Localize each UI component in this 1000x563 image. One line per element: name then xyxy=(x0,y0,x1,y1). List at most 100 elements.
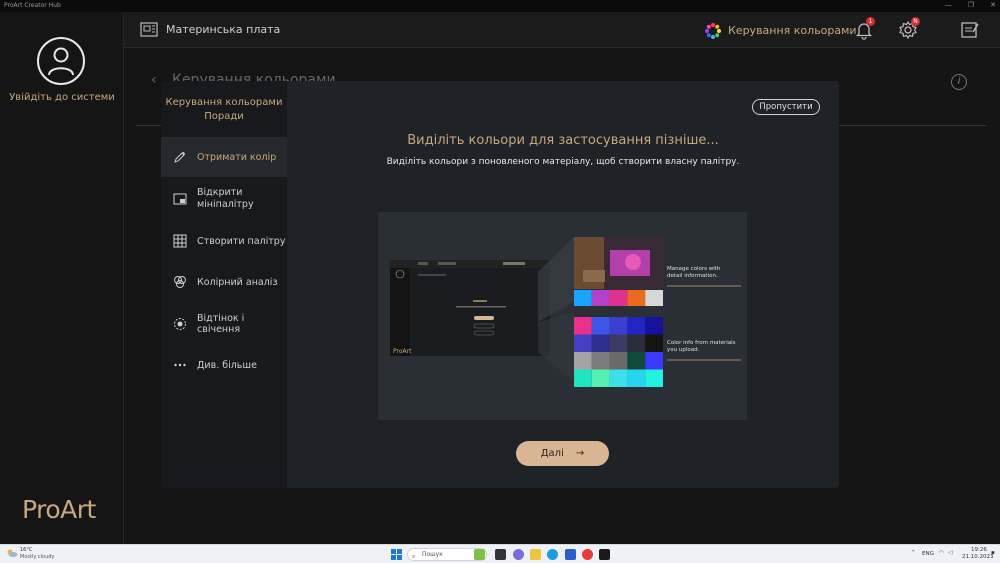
tips-navigation: Керування кольорами Поради Отримати колі… xyxy=(161,81,287,488)
tip-see-more[interactable]: Див. більше xyxy=(161,345,287,385)
tip-open-mini-palette[interactable]: Відкрити мініпалітру xyxy=(161,179,287,219)
notifications-button[interactable]: 1 xyxy=(854,17,875,44)
tips-header-subtitle: Поради xyxy=(204,111,244,122)
color-swatch xyxy=(609,317,628,335)
tips-header-title: Керування кольорами xyxy=(165,97,283,108)
clock-date[interactable]: 21.10.2023 xyxy=(962,554,994,560)
color-swatch xyxy=(574,290,592,306)
skip-button[interactable]: Пропустити xyxy=(752,99,820,115)
swatch-row xyxy=(574,290,663,306)
tip-color-analysis[interactable]: Колірний аналіз xyxy=(161,262,287,302)
search-icon: ⌕ xyxy=(412,553,416,560)
color-swatch xyxy=(645,352,663,370)
tray-chevron-icon[interactable]: ⌃ xyxy=(911,550,916,556)
motherboard-icon xyxy=(140,22,158,37)
color-swatch xyxy=(591,290,610,306)
mini-palette-icon xyxy=(173,193,187,205)
tip-create-palette[interactable]: Створити палітру xyxy=(161,221,287,261)
color-swatch xyxy=(609,369,628,387)
minimize-button[interactable]: — xyxy=(945,1,952,9)
palette-grid-icon xyxy=(173,234,187,248)
window-title: ProArt Creator Hub xyxy=(4,2,61,9)
settings-button[interactable]: N xyxy=(898,17,920,44)
weather-desc[interactable]: Mostly cloudy xyxy=(20,554,54,560)
next-button[interactable]: Далі → xyxy=(516,441,609,466)
weather-cloud-icon xyxy=(7,549,18,557)
proart-hub-icon[interactable] xyxy=(599,549,610,560)
color-swatch xyxy=(591,369,610,387)
light-beam xyxy=(538,312,574,382)
light-beam xyxy=(538,237,574,322)
left-sidebar: Увійдіть до системи ProArt xyxy=(0,12,124,544)
color-swatch xyxy=(627,290,646,306)
maximize-button[interactable]: ❐ xyxy=(968,1,974,9)
color-management-tab[interactable]: Керування кольорами xyxy=(728,24,857,37)
color-swatch xyxy=(627,317,646,335)
top-bar: Материнська плата Керування кольорами 1 … xyxy=(124,12,1000,48)
next-label: Далі xyxy=(540,448,564,459)
color-swatch xyxy=(627,334,646,352)
color-swatch xyxy=(627,352,646,370)
color-swatch xyxy=(574,352,592,370)
task-view-icon[interactable] xyxy=(495,549,506,560)
color-swatch xyxy=(627,369,646,387)
mini-app-window xyxy=(390,260,550,356)
user-avatar-icon[interactable] xyxy=(37,37,85,85)
close-button[interactable]: ✕ xyxy=(990,1,996,9)
feedback-icon[interactable] xyxy=(960,20,980,40)
mini-proart-logo: ProArt xyxy=(393,348,412,355)
mini-title-line xyxy=(473,300,487,302)
chrome-icon[interactable] xyxy=(582,549,593,560)
swatch-grid xyxy=(574,317,663,387)
mini-heading xyxy=(418,274,446,276)
search-placeholder: Пошук xyxy=(422,551,443,558)
teams-icon[interactable] xyxy=(513,549,524,560)
edge-icon[interactable] xyxy=(547,549,558,560)
window-controls: — ❐ ✕ xyxy=(945,1,996,9)
volume-icon[interactable]: ◁ xyxy=(948,550,952,556)
store-icon[interactable] xyxy=(565,549,576,560)
weather-temp[interactable]: 16°C xyxy=(20,547,32,553)
tip-label: Отримати колір xyxy=(197,151,277,163)
color-analysis-icon xyxy=(174,276,186,288)
widget-app-icon[interactable] xyxy=(474,549,485,560)
mini-button xyxy=(474,316,494,320)
photo-desk-item xyxy=(583,270,605,282)
info-icon[interactable]: i xyxy=(951,74,967,90)
login-link[interactable]: Увійдіть до системи xyxy=(0,92,124,103)
callout-manage-colors-line2: detail information. xyxy=(667,273,718,279)
file-explorer-icon[interactable] xyxy=(530,549,541,560)
color-swatch xyxy=(591,334,610,352)
tip-label: Див. більше xyxy=(197,359,257,371)
color-swatch xyxy=(574,334,592,352)
tip-label: Колірний аналіз xyxy=(197,276,278,288)
preview-svg: ProArt Manage colors with detail informa… xyxy=(390,237,741,387)
mini-app-topbar xyxy=(390,260,550,268)
clock-time[interactable]: 19:26 xyxy=(971,547,987,553)
mini-tab xyxy=(418,262,428,265)
color-swatch xyxy=(574,369,592,387)
mini-tab xyxy=(503,262,525,265)
proart-logo: ProArt xyxy=(22,495,96,524)
window-titlebar: ProArt Creator Hub — ❐ ✕ xyxy=(0,0,1000,12)
arrow-right-icon: → xyxy=(575,448,585,459)
back-arrow-icon[interactable]: ‹ xyxy=(151,72,157,88)
windows-start-icon[interactable] xyxy=(391,549,402,560)
wifi-icon[interactable]: ◠ xyxy=(939,550,944,556)
tip-get-color[interactable]: Отримати колір xyxy=(161,137,287,177)
windows-taskbar: 16°C Mostly cloudy ⌕ Пошук ⌃ ENG ◠ ◁ 19:… xyxy=(0,544,1000,563)
color-swatch xyxy=(591,352,610,370)
color-swatch xyxy=(574,317,592,335)
more-dots-icon xyxy=(174,363,186,367)
tip-hue-glow[interactable]: Відтінок і свічення xyxy=(161,304,287,344)
color-swatch xyxy=(609,352,628,370)
hue-glow-icon xyxy=(174,318,186,330)
notification-center-icon[interactable]: ▪ xyxy=(991,550,995,556)
tips-header: Керування кольорами Поради xyxy=(161,96,287,124)
tip-label: Відкрити мініпалітру xyxy=(197,187,254,210)
tips-modal: Керування кольорами Поради Отримати колі… xyxy=(161,81,839,488)
callout-color-info-line2: you upload. xyxy=(667,347,700,353)
motherboard-tab[interactable]: Материнська плата xyxy=(166,23,280,36)
color-swatch xyxy=(645,317,663,335)
language-indicator[interactable]: ENG xyxy=(922,551,934,557)
